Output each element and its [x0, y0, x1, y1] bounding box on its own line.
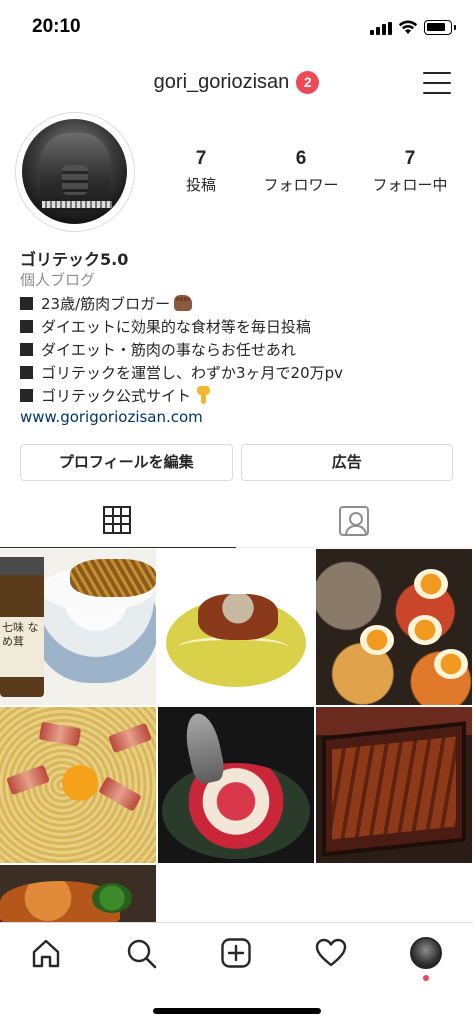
stat-label: フォロー中 [372, 176, 448, 194]
bullet-square-icon [20, 388, 33, 402]
profile-header: gori_goriozisan 2 [0, 58, 473, 110]
bullet-square-icon [20, 296, 33, 310]
wifi-icon [398, 20, 418, 34]
post-thumbnail[interactable] [316, 549, 472, 705]
bio-line-text: ゴリテック公式サイト [41, 386, 192, 405]
add-post-icon[interactable] [220, 937, 252, 969]
stat-label: フォロワー [263, 176, 339, 194]
bio-line: ゴリテックを運営し、わずか3ヶ月で20万pv [20, 361, 460, 383]
cellular-signal-icon [370, 22, 392, 35]
stat-label: 投稿 [185, 176, 216, 194]
notification-dot [423, 975, 429, 981]
profile-avatar-ring[interactable] [15, 112, 135, 232]
bullet-square-icon [20, 365, 33, 379]
post-thumbnail[interactable] [0, 865, 156, 923]
bio-line-text: ダイエットに効果的な食材等を毎日投稿 [41, 317, 311, 336]
username-switcher[interactable]: gori_goriozisan 2 [154, 71, 320, 94]
tab-grid[interactable] [0, 498, 236, 548]
edit-profile-button[interactable]: プロフィールを編集 [20, 444, 233, 481]
profile-avatar [22, 119, 127, 224]
stat-posts[interactable]: 7 投稿 [160, 148, 242, 195]
stat-following[interactable]: 7 フォロー中 [360, 148, 460, 195]
profile-name: ゴリテック5.0 [20, 250, 129, 269]
post-thumbnail[interactable]: 七味 なめ茸 [0, 549, 156, 705]
profile-actions: プロフィールを編集 広告 [20, 444, 453, 481]
fist-emoji-icon [174, 295, 193, 311]
bio-line: ダイエット・筋肉の事ならお任せあれ [20, 338, 460, 360]
profile-tabs [0, 498, 473, 548]
tab-tagged[interactable] [237, 498, 473, 548]
post-thumbnail[interactable] [316, 707, 472, 863]
bio-line-text: 23歳/筋肉ブロガー [41, 294, 171, 313]
point-down-emoji-icon [197, 386, 211, 404]
jar-label: 七味 なめ茸 [0, 617, 44, 677]
search-icon[interactable] [125, 937, 157, 969]
home-icon[interactable] [30, 937, 62, 969]
stat-value: 7 [404, 148, 416, 169]
notification-badge: 2 [296, 71, 320, 94]
post-thumbnail[interactable] [158, 707, 314, 863]
bullet-square-icon [20, 319, 33, 333]
status-bar: 20:10 [0, 0, 473, 58]
website-link[interactable]: www.gorigoriozisan.com [20, 408, 460, 426]
ads-button[interactable]: 広告 [240, 444, 453, 481]
bio-line-text: ダイエット・筋肉の事ならお任せあれ [41, 340, 296, 359]
battery-icon [424, 20, 456, 35]
profile-avatar-thumb [410, 937, 442, 969]
bio-line: ダイエットに効果的な食材等を毎日投稿 [20, 315, 460, 337]
status-time: 20:10 [32, 16, 81, 37]
grid-icon [103, 506, 131, 534]
menu-icon[interactable] [423, 72, 451, 95]
stat-value: 6 [295, 148, 307, 169]
profile-category: 個人ブログ [20, 271, 96, 289]
post-thumbnail[interactable] [158, 549, 314, 705]
stat-followers[interactable]: 6 フォロワー [242, 148, 360, 195]
post-thumbnail[interactable] [0, 707, 156, 863]
stat-value: 7 [195, 148, 207, 169]
profile-stats: 7 投稿 6 フォロワー 7 フォロー中 [160, 148, 460, 195]
bio-line: ゴリテック公式サイト [20, 384, 460, 406]
tagged-icon [339, 506, 369, 536]
heart-icon[interactable] [315, 937, 347, 969]
home-indicator [153, 1008, 321, 1014]
username: gori_goriozisan [153, 71, 290, 93]
bullet-square-icon [20, 342, 33, 356]
bio-line: 23歳/筋肉ブロガー [20, 292, 460, 314]
profile-tab-avatar[interactable] [410, 937, 442, 981]
profile-bio: ゴリテック5.0 個人ブログ 23歳/筋肉ブロガー ダイエットに効果的な食材等を… [20, 246, 460, 426]
bio-line-text: ゴリテックを運営し、わずか3ヶ月で20万pv [41, 363, 344, 382]
